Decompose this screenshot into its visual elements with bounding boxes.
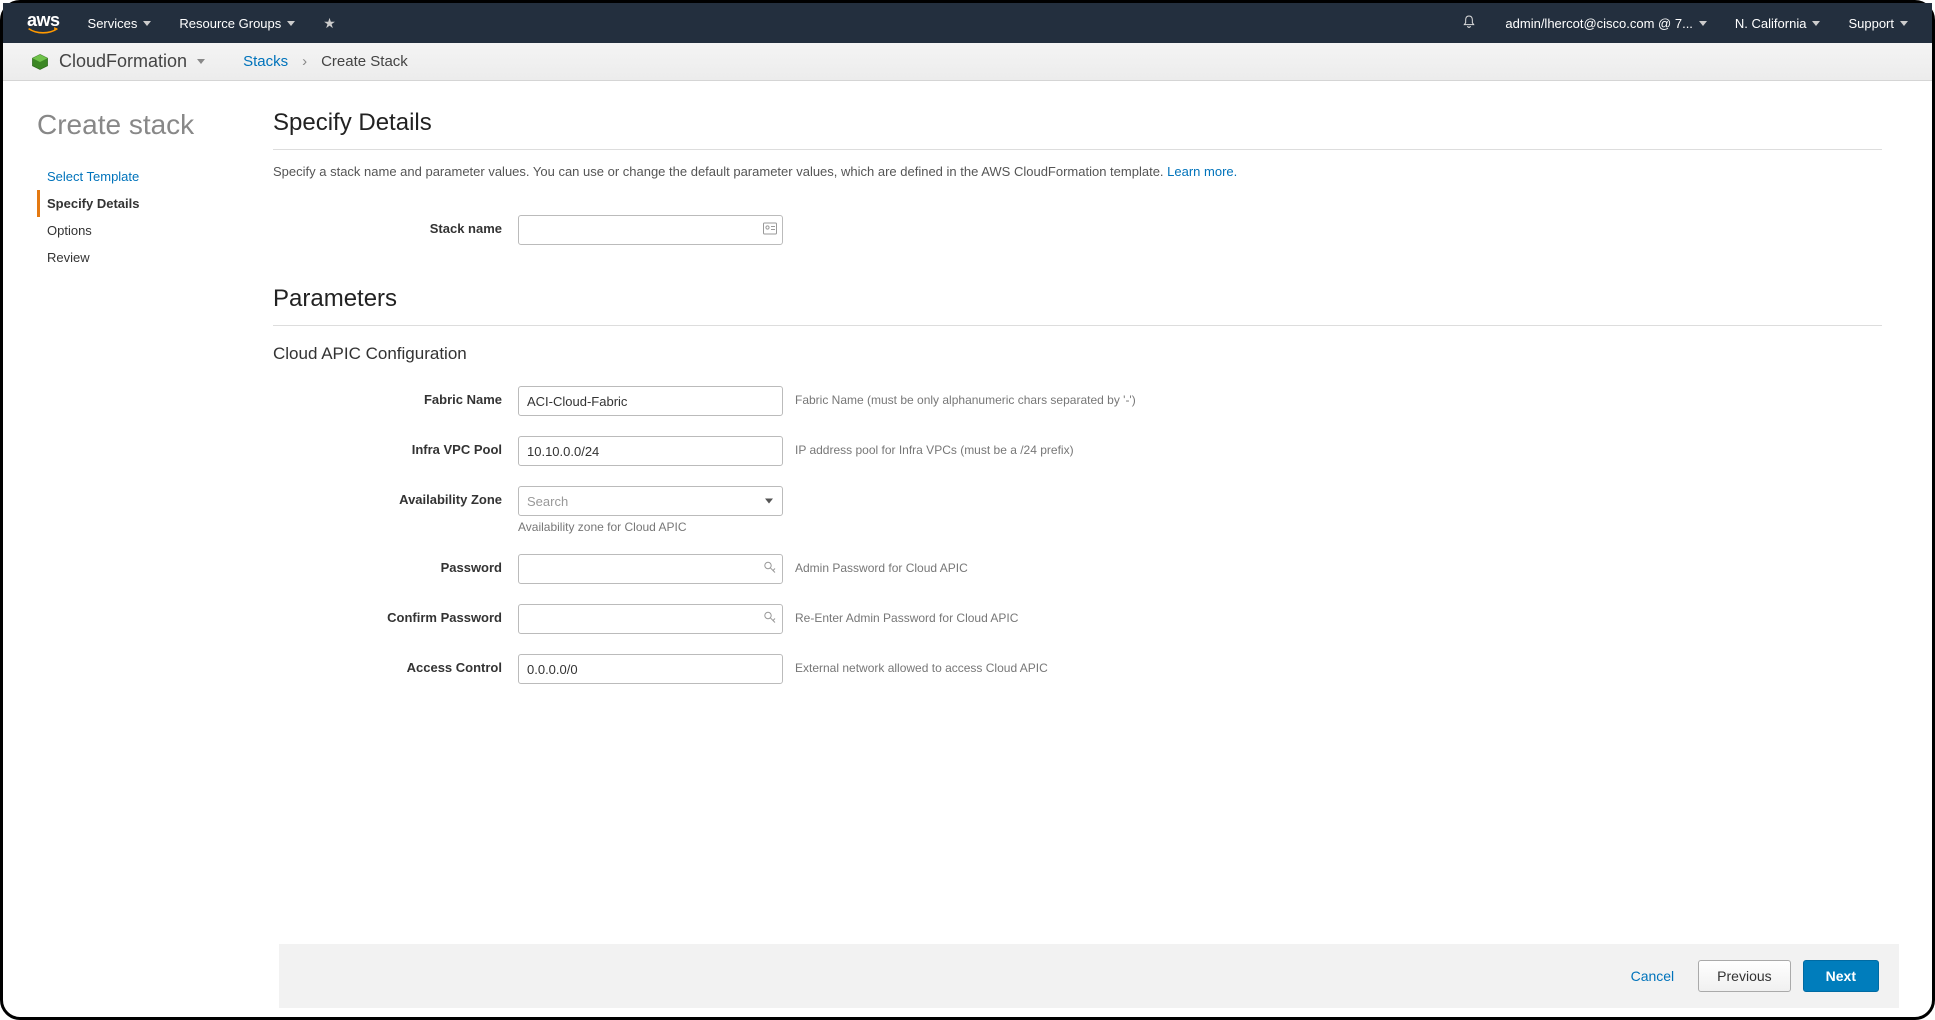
infra-vpc-pool-input[interactable] xyxy=(518,436,783,466)
section-description: Specify a stack name and parameter value… xyxy=(273,164,1882,179)
fabric-name-label: Fabric Name xyxy=(353,386,518,407)
password-input[interactable] xyxy=(518,554,783,584)
section-description-text: Specify a stack name and parameter value… xyxy=(273,164,1167,179)
service-name-text: CloudFormation xyxy=(59,51,187,72)
stack-name-input[interactable] xyxy=(518,215,783,245)
access-control-hint: External network allowed to access Cloud… xyxy=(795,654,1048,675)
chevron-down-icon xyxy=(1812,21,1820,26)
pin-icon[interactable]: ★ xyxy=(323,15,336,32)
next-button[interactable]: Next xyxy=(1803,960,1879,992)
access-control-label: Access Control xyxy=(353,654,518,675)
chevron-down-icon xyxy=(1900,21,1908,26)
access-control-input[interactable] xyxy=(518,654,783,684)
nav-resource-groups[interactable]: Resource Groups xyxy=(179,16,295,31)
divider xyxy=(273,325,1882,326)
nav-services-label: Services xyxy=(88,16,138,31)
availability-zone-label: Availability Zone xyxy=(353,486,518,507)
fabric-name-hint: Fabric Name (must be only alphanumeric c… xyxy=(795,386,1136,407)
wizard-step-options[interactable]: Options xyxy=(37,217,273,244)
chevron-down-icon xyxy=(197,59,205,64)
wizard-step-specify-details[interactable]: Specify Details xyxy=(37,190,273,217)
stack-name-label: Stack name xyxy=(353,215,518,236)
breadcrumb-stacks[interactable]: Stacks xyxy=(243,53,288,70)
notification-bell-icon[interactable] xyxy=(1461,14,1477,33)
confirm-password-hint: Re-Enter Admin Password for Cloud APIC xyxy=(795,604,1018,625)
availability-zone-select[interactable] xyxy=(518,486,783,516)
parameters-heading: Parameters xyxy=(273,285,1882,313)
section-heading: Specify Details xyxy=(273,109,1882,137)
chevron-down-icon xyxy=(1699,21,1707,26)
wizard-sidebar: Create stack Select Template Specify Det… xyxy=(33,109,273,1014)
top-nav: aws Services Resource Groups ★ admin/lhe… xyxy=(3,3,1932,43)
breadcrumb-current: Create Stack xyxy=(321,53,408,70)
confirm-password-input[interactable] xyxy=(518,604,783,634)
learn-more-link[interactable]: Learn more. xyxy=(1167,164,1237,179)
confirm-password-label: Confirm Password xyxy=(353,604,518,625)
nav-user-label: admin/lhercot@cisco.com @ 7... xyxy=(1505,16,1693,31)
nav-support-menu[interactable]: Support xyxy=(1848,16,1908,31)
availability-zone-hint: Availability zone for Cloud APIC xyxy=(518,516,783,534)
nav-resource-groups-label: Resource Groups xyxy=(179,16,281,31)
password-hint: Admin Password for Cloud APIC xyxy=(795,554,968,575)
previous-button[interactable]: Previous xyxy=(1698,960,1790,992)
nav-region-label: N. California xyxy=(1735,16,1807,31)
wizard-step-select-template[interactable]: Select Template xyxy=(37,163,273,190)
content-area: Specify Details Specify a stack name and… xyxy=(273,109,1902,1014)
cancel-button[interactable]: Cancel xyxy=(1619,960,1687,992)
aws-logo[interactable]: aws xyxy=(27,11,60,35)
divider xyxy=(273,149,1882,150)
fabric-name-input[interactable] xyxy=(518,386,783,416)
infra-vpc-pool-label: Infra VPC Pool xyxy=(353,436,518,457)
parameters-subheading: Cloud APIC Configuration xyxy=(273,344,1882,364)
nav-region-menu[interactable]: N. California xyxy=(1735,16,1821,31)
page-title: Create stack xyxy=(37,109,273,141)
password-label: Password xyxy=(353,554,518,575)
chevron-down-icon xyxy=(143,21,151,26)
wizard-step-review[interactable]: Review xyxy=(37,244,273,271)
service-selector[interactable]: CloudFormation xyxy=(31,51,205,72)
nav-user-menu[interactable]: admin/lhercot@cisco.com @ 7... xyxy=(1505,16,1707,31)
aws-logo-text: aws xyxy=(27,10,60,30)
nav-support-label: Support xyxy=(1848,16,1894,31)
nav-services[interactable]: Services xyxy=(88,16,152,31)
breadcrumb-separator: › xyxy=(302,53,307,70)
infra-vpc-pool-hint: IP address pool for Infra VPCs (must be … xyxy=(795,436,1074,457)
service-bar: CloudFormation Stacks › Create Stack xyxy=(3,43,1932,81)
breadcrumb: Stacks › Create Stack xyxy=(243,53,408,70)
footer-bar: Cancel Previous Next xyxy=(279,944,1899,1008)
cloudformation-icon xyxy=(31,53,49,71)
chevron-down-icon xyxy=(287,21,295,26)
